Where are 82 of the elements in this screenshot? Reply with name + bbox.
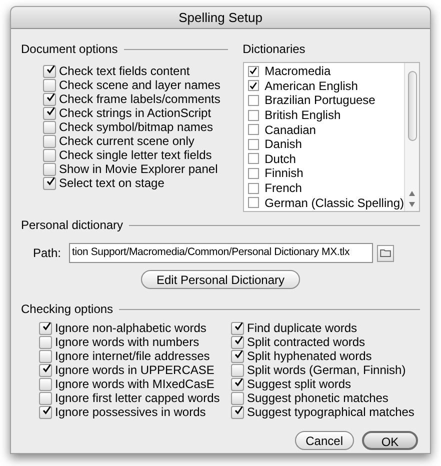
checkbox[interactable]	[231, 350, 244, 362]
checkbox[interactable]	[248, 153, 259, 164]
checkbox-label: Check scene and layer names	[59, 77, 220, 94]
dictionary-item[interactable]: German (Classic Spelling)	[248, 195, 404, 210]
group-title: Checking options	[21, 301, 114, 318]
checkbox[interactable]	[43, 78, 56, 92]
checkbox[interactable]	[248, 138, 259, 150]
checkbox-label: Split contracted words	[247, 334, 366, 351]
checkbox-label: Suggest typographical matches	[247, 404, 414, 421]
checkbox-label: Check strings in ActionScript	[59, 105, 212, 122]
checkbox-label: Ignore words in UPPERCASE	[55, 362, 214, 379]
checkbox-label: Show in Movie Explorer panel	[59, 162, 218, 178]
scroll-up-icon[interactable]	[409, 191, 415, 196]
checkbox[interactable]	[39, 322, 52, 334]
edit-dictionary-button[interactable]: Edit Personal Dictionary	[141, 270, 300, 289]
checkbox-label: Find duplicate words	[247, 320, 358, 337]
checkbox-label: Ignore words with numbers	[55, 334, 200, 351]
checkbox-label: Ignore first letter capped words	[55, 390, 220, 407]
checkbox[interactable]	[231, 378, 244, 390]
checkbox[interactable]	[248, 80, 259, 92]
dictionary-item[interactable]: British English	[248, 108, 404, 122]
checkbox-label: Ignore possessives in words	[55, 404, 206, 421]
checkbox[interactable]	[248, 197, 259, 208]
checkbox[interactable]	[39, 350, 52, 362]
checkbox[interactable]	[231, 406, 244, 418]
group-title: Document options	[21, 41, 118, 58]
checkbox-label: Check symbol/bitmap names	[59, 120, 214, 136]
checkbox[interactable]	[248, 124, 259, 136]
checkbox[interactable]	[248, 182, 259, 194]
checkbox[interactable]	[39, 364, 52, 376]
checkbox[interactable]	[43, 64, 56, 78]
checkbox[interactable]	[231, 336, 244, 348]
path-field[interactable]: tion Support/Macromedia/Common/Personal Dictionary MX.tlx	[69, 243, 374, 263]
dictionary-list[interactable]: Macromedia American English Brazilian Portuguese British English Canadian Danish Dutch Finnish French German (Classic Spelling)	[242, 62, 420, 212]
group-title: Personal dictionary	[21, 217, 124, 234]
checkbox[interactable]	[231, 364, 244, 376]
dictionary-item[interactable]: Dutch	[248, 152, 404, 166]
checkbox-label: Suggest phonetic matches	[247, 390, 388, 407]
path-label: Path:	[33, 245, 62, 262]
checkbox[interactable]	[43, 134, 56, 148]
checkbox[interactable]	[248, 66, 259, 77]
checkbox[interactable]	[248, 168, 259, 179]
checkbox[interactable]	[43, 106, 56, 120]
checkbox-label: Suggest split words	[247, 376, 352, 393]
checkbox[interactable]	[43, 176, 56, 190]
checkbox-label: Ignore non-alphabetic words	[55, 320, 206, 337]
dialog-button[interactable]: OK	[362, 431, 418, 450]
checkbox[interactable]	[43, 92, 56, 106]
dictionary-item[interactable]: Macromedia	[248, 64, 404, 79]
checkbox-label: Ignore internet/file addresses	[55, 348, 210, 365]
group-title: Dictionaries	[242, 41, 306, 58]
checkbox-label: Check single letter text fields	[59, 148, 212, 164]
dictionary-item[interactable]: Brazilian Portuguese	[248, 93, 404, 108]
checkbox-label: Split words (German, Finnish)	[247, 362, 406, 379]
checkbox-label: Check text fields content	[59, 63, 190, 80]
dictionary-item[interactable]: French	[248, 180, 404, 196]
checkbox[interactable]	[231, 322, 244, 334]
checkbox[interactable]	[43, 120, 56, 134]
dictionary-item[interactable]: Danish	[248, 136, 404, 152]
checkbox[interactable]	[231, 392, 244, 404]
checkbox[interactable]	[248, 110, 259, 121]
checkbox-label: Check frame labels/comments	[59, 92, 220, 108]
checkbox-label: Ignore words with MIxedCasE	[55, 376, 214, 393]
checkbox-label: Select text on stage	[59, 176, 164, 192]
dictionary-item[interactable]: American English	[248, 78, 404, 94]
dialog-button[interactable]: Cancel	[294, 431, 354, 450]
checkbox[interactable]	[39, 392, 52, 404]
checkbox[interactable]	[43, 148, 56, 162]
checkbox[interactable]	[39, 378, 52, 390]
window-title: Spelling Setup	[178, 8, 262, 27]
scroll-down-icon[interactable]	[409, 202, 415, 207]
checkbox-label: Check current scene only	[59, 134, 194, 150]
checkbox[interactable]	[39, 406, 52, 418]
dictionary-item[interactable]: Canadian	[248, 122, 404, 137]
browse-button[interactable]	[377, 244, 394, 262]
checkbox-label: Split hyphenated words	[247, 348, 372, 365]
checkbox[interactable]	[248, 94, 259, 106]
dictionary-item[interactable]: Finnish	[248, 166, 404, 181]
checkbox[interactable]	[39, 336, 52, 348]
scrollbar[interactable]	[404, 63, 419, 211]
folder-icon	[380, 249, 392, 257]
checkbox[interactable]	[43, 162, 56, 176]
